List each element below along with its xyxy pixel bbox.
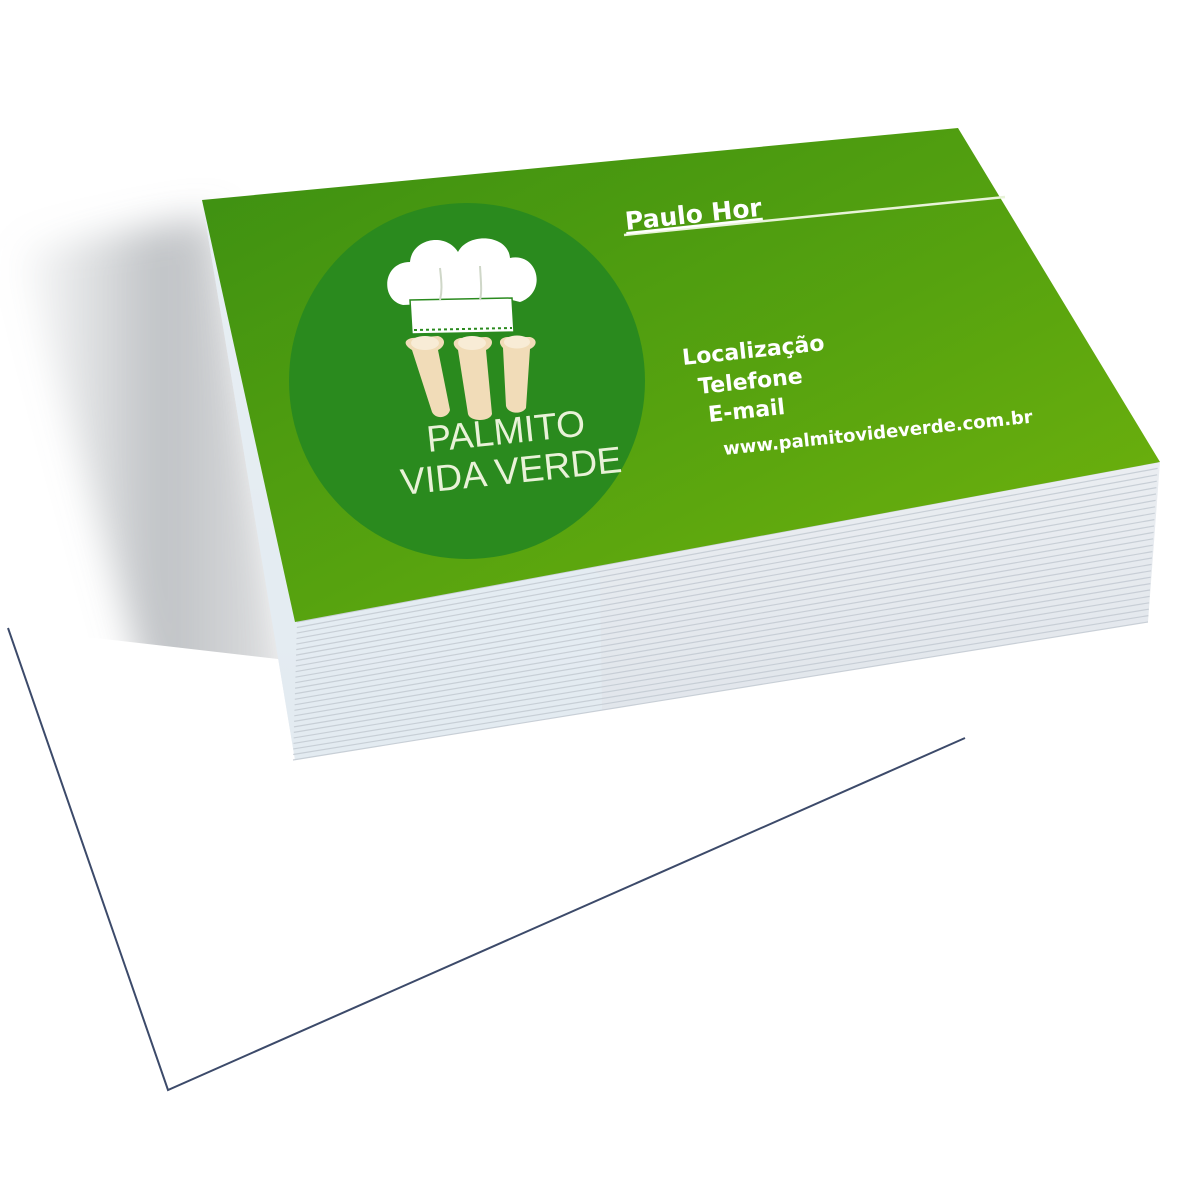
business-card-mockup: PALMITO VIDA VERDE Paulo Hor Localização… [7,128,1160,1092]
logo: PALMITO VIDA VERDE [289,203,645,559]
